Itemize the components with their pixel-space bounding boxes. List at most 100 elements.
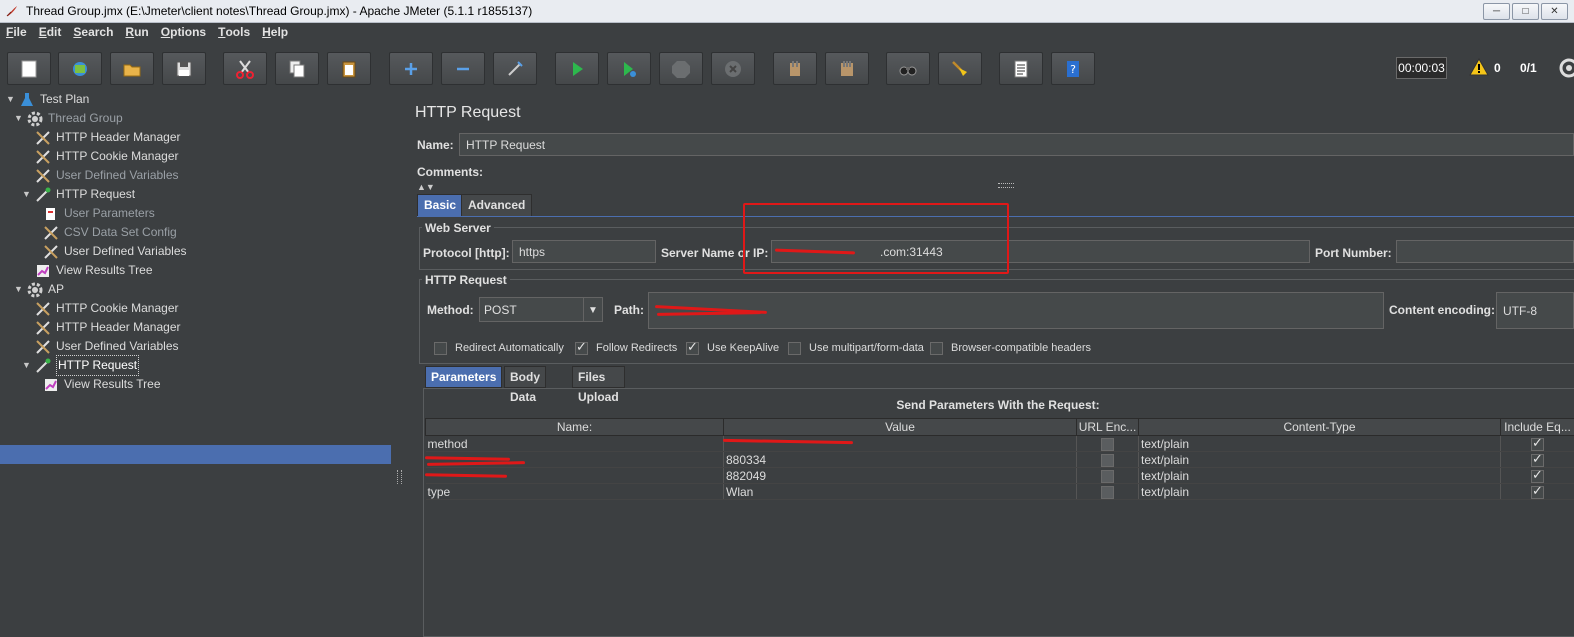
- tree-node-test-plan[interactable]: ▼Test Plan: [6, 90, 89, 109]
- tab-files-upload[interactable]: Files Upload: [572, 366, 625, 388]
- reset-search-button[interactable]: [938, 52, 982, 85]
- param-value-cell[interactable]: 880334: [724, 452, 1077, 468]
- collapse-arrows-icon[interactable]: ▲▼: [417, 182, 435, 192]
- menu-tools[interactable]: Tools: [212, 23, 256, 39]
- minimize-button[interactable]: ─: [1483, 3, 1510, 20]
- function-helper-button[interactable]: [999, 52, 1043, 85]
- tree-node-http-header-manager-2[interactable]: HTTP Header Manager: [34, 318, 181, 337]
- menu-options[interactable]: Options: [155, 23, 212, 39]
- follow-redirects-checkbox[interactable]: Follow Redirects: [575, 340, 677, 356]
- use-multipart-checkbox[interactable]: Use multipart/form-data: [788, 340, 924, 356]
- warning-icon[interactable]: [1469, 58, 1489, 76]
- column-header-content-type[interactable]: Content-Type: [1139, 419, 1501, 436]
- include-equals-checkbox[interactable]: [1531, 470, 1544, 483]
- protocol-field[interactable]: https: [512, 240, 656, 263]
- tree-node-user-defined-variables-3[interactable]: User Defined Variables: [34, 337, 179, 356]
- stop-button[interactable]: [659, 52, 703, 85]
- expand-arrow-icon[interactable]: ▼: [14, 109, 24, 128]
- expand-arrow-icon[interactable]: ▼: [22, 356, 32, 375]
- templates-button[interactable]: [58, 52, 102, 85]
- paste-button[interactable]: [327, 52, 371, 85]
- content-type-cell[interactable]: text/plain: [1139, 484, 1501, 500]
- redirect-automatically-checkbox[interactable]: Redirect Automatically: [434, 340, 564, 356]
- include-equals-cell[interactable]: [1501, 436, 1574, 452]
- tree-node-user-defined-variables[interactable]: User Defined Variables: [34, 166, 179, 185]
- include-equals-checkbox[interactable]: [1531, 454, 1544, 467]
- table-row[interactable]: type Wlan text/plain: [426, 484, 1574, 500]
- param-value-cell[interactable]: Wlan: [724, 484, 1077, 500]
- param-value-cell[interactable]: 882049: [724, 468, 1077, 484]
- tree-node-http-request-selected[interactable]: ▼HTTP Request: [22, 356, 139, 375]
- column-header-value[interactable]: Value: [724, 419, 1077, 436]
- tree-node-csv-data-set-config[interactable]: CSV Data Set Config: [42, 223, 177, 242]
- include-equals-checkbox[interactable]: [1531, 438, 1544, 451]
- tree-node-view-results-tree[interactable]: View Results Tree: [34, 261, 153, 280]
- menu-file[interactable]: File: [0, 23, 33, 39]
- search-button[interactable]: [886, 52, 930, 85]
- remote-gear-icon[interactable]: [1558, 58, 1574, 78]
- help-button[interactable]: ?: [1051, 52, 1095, 85]
- copy-button[interactable]: [275, 52, 319, 85]
- tree-node-http-header-manager[interactable]: HTTP Header Manager: [34, 128, 181, 147]
- expand-arrow-icon[interactable]: ▼: [6, 90, 16, 109]
- resize-grip-icon[interactable]: [998, 183, 1014, 188]
- tab-advanced[interactable]: Advanced: [461, 194, 532, 216]
- clear-all-button[interactable]: [825, 52, 869, 85]
- table-row[interactable]: 880334 text/plain: [426, 452, 1574, 468]
- collapse-all-button[interactable]: [441, 52, 485, 85]
- column-header-include-equals[interactable]: Include Eq...: [1501, 419, 1574, 436]
- column-header-name[interactable]: Name:: [426, 419, 724, 436]
- new-button[interactable]: [7, 52, 51, 85]
- table-row[interactable]: 882049 text/plain: [426, 468, 1574, 484]
- tree-node-user-parameters[interactable]: User Parameters: [42, 204, 155, 223]
- comments-field[interactable]: [482, 162, 1574, 180]
- tree-node-http-cookie-manager[interactable]: HTTP Cookie Manager: [34, 147, 179, 166]
- url-encode-checkbox[interactable]: [1101, 454, 1114, 467]
- open-button[interactable]: [110, 52, 154, 85]
- url-encode-cell[interactable]: [1077, 452, 1139, 468]
- expand-all-button[interactable]: [389, 52, 433, 85]
- maximize-button[interactable]: □: [1512, 3, 1539, 20]
- url-encode-checkbox[interactable]: [1101, 470, 1114, 483]
- param-name-cell[interactable]: method: [426, 436, 724, 452]
- table-row[interactable]: method text/plain: [426, 436, 1574, 452]
- content-type-cell[interactable]: text/plain: [1139, 436, 1501, 452]
- tab-parameters[interactable]: Parameters: [425, 366, 502, 388]
- url-encode-cell[interactable]: [1077, 468, 1139, 484]
- menu-search[interactable]: Search: [67, 23, 119, 39]
- param-value-cell[interactable]: [724, 436, 1077, 452]
- tree-node-view-results-tree-2[interactable]: View Results Tree: [42, 375, 161, 394]
- shutdown-button[interactable]: [711, 52, 755, 85]
- tab-basic[interactable]: Basic: [417, 194, 463, 216]
- tree-node-http-cookie-manager-2[interactable]: HTTP Cookie Manager: [34, 299, 179, 318]
- include-equals-checkbox[interactable]: [1531, 486, 1544, 499]
- include-equals-cell[interactable]: [1501, 468, 1574, 484]
- param-name-cell[interactable]: type: [426, 484, 724, 500]
- toggle-button[interactable]: [493, 52, 537, 85]
- clear-button[interactable]: [773, 52, 817, 85]
- name-field[interactable]: HTTP Request: [459, 133, 1574, 156]
- content-type-cell[interactable]: text/plain: [1139, 452, 1501, 468]
- url-encode-cell[interactable]: [1077, 436, 1139, 452]
- column-header-url-encode[interactable]: URL Enc...: [1077, 419, 1139, 436]
- content-type-cell[interactable]: text/plain: [1139, 468, 1501, 484]
- start-no-pauses-button[interactable]: [607, 52, 651, 85]
- menu-help[interactable]: Help: [256, 23, 294, 39]
- tree-node-thread-group[interactable]: ▼Thread Group: [14, 109, 123, 128]
- tree-node-http-request[interactable]: ▼HTTP Request: [22, 185, 135, 204]
- save-button[interactable]: [162, 52, 206, 85]
- method-select[interactable]: POST▼: [479, 297, 603, 322]
- split-pane-divider[interactable]: [393, 90, 405, 635]
- tab-body-data[interactable]: Body Data: [504, 366, 546, 388]
- expand-arrow-icon[interactable]: ▼: [22, 185, 32, 204]
- port-number-field[interactable]: [1396, 240, 1574, 263]
- include-equals-cell[interactable]: [1501, 484, 1574, 500]
- start-button[interactable]: [555, 52, 599, 85]
- tree-node-ap[interactable]: ▼AP: [14, 280, 64, 299]
- menu-run[interactable]: Run: [119, 23, 154, 39]
- close-button[interactable]: ✕: [1541, 3, 1568, 20]
- url-encode-cell[interactable]: [1077, 484, 1139, 500]
- expand-arrow-icon[interactable]: ▼: [14, 280, 24, 299]
- include-equals-cell[interactable]: [1501, 452, 1574, 468]
- tree-node-user-defined-variables-2[interactable]: User Defined Variables: [42, 242, 187, 261]
